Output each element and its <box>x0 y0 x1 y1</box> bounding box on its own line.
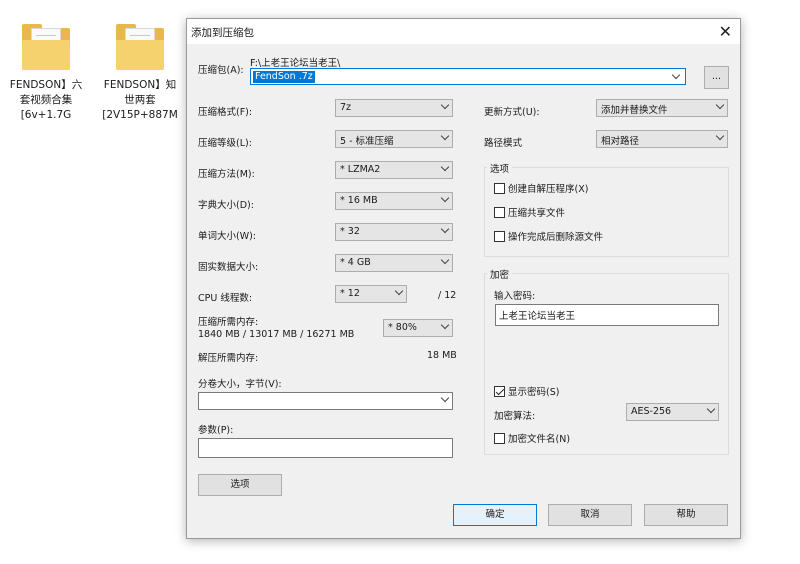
chevron-down-icon <box>440 224 450 234</box>
dict-select[interactable]: * 16 MB <box>335 192 453 210</box>
dict-value: * 16 MB <box>340 195 378 206</box>
chevron-down-icon <box>440 193 450 203</box>
level-value: 5 - 标准压缩 <box>340 136 394 147</box>
desktop-folder-2[interactable]: FENDSON】知 世两套 [2V15P+887M <box>94 24 186 123</box>
chevron-down-icon <box>715 100 725 110</box>
show-password-checkbox[interactable]: 显示密码(S) <box>494 384 559 398</box>
delete-checkbox[interactable]: 操作完成后删除源文件 <box>494 229 603 243</box>
encryption-group-title: 加密 <box>487 267 513 281</box>
solid-value: * 4 GB <box>340 257 371 268</box>
folder-icon <box>22 24 70 70</box>
decompress-value: 18 MB <box>427 350 457 361</box>
method-select[interactable]: * LZMA2 <box>335 161 453 179</box>
chevron-down-icon <box>394 286 404 296</box>
help-button[interactable]: 帮助 <box>644 504 728 526</box>
encrypt-method-select[interactable]: AES-256 <box>626 403 719 421</box>
path-mode-label: 路径模式 <box>484 138 523 149</box>
checkbox-icon <box>494 230 505 242</box>
folder-icon <box>116 24 164 70</box>
checkbox-checked-icon <box>494 385 505 397</box>
folder-label-line3: [6v+1.7G <box>20 109 72 121</box>
path-mode-value: 相对路径 <box>601 136 640 147</box>
options-button[interactable]: 选项 <box>198 474 282 496</box>
threads-label: CPU 线程数: <box>198 293 253 304</box>
archive-path: F:\上老王论坛当老王\ <box>250 58 341 69</box>
params-input[interactable] <box>198 438 453 458</box>
show-password-label: 显示密码(S) <box>508 387 560 398</box>
password-label: 输入密码: <box>494 291 536 302</box>
encrypt-method-value: AES-256 <box>631 406 672 417</box>
format-select[interactable]: 7z <box>335 99 453 117</box>
title-bar[interactable]: 添加到压缩包 ✕ <box>187 19 740 44</box>
dict-label: 字典大小(D): <box>198 200 254 211</box>
threads-total: / 12 <box>438 290 457 301</box>
ok-button[interactable]: 确定 <box>453 504 537 526</box>
options-group-title: 选项 <box>487 161 513 175</box>
level-select[interactable]: 5 - 标准压缩 <box>335 130 453 148</box>
solid-select[interactable]: * 4 GB <box>335 254 453 272</box>
update-label: 更新方式(U): <box>484 107 540 118</box>
add-to-archive-dialog: 添加到压缩包 ✕ 压缩包(A): F:\上老王论坛当老王\ FendSon .7… <box>186 18 741 539</box>
decompress-label: 解压所需内存: <box>198 353 259 364</box>
folder-label-line1: FENDSON】知 <box>103 79 177 91</box>
word-select[interactable]: * 32 <box>335 223 453 241</box>
cancel-button[interactable]: 取消 <box>548 504 632 526</box>
update-select[interactable]: 添加并替换文件 <box>596 99 728 117</box>
memory-label: 压缩所需内存: <box>198 317 259 328</box>
method-label: 压缩方法(M): <box>198 169 255 180</box>
word-label: 单词大小(W): <box>198 231 257 242</box>
chevron-down-icon <box>440 255 450 265</box>
folder-label-line1: FENDSON】六 <box>9 79 83 91</box>
checkbox-icon <box>494 432 505 444</box>
delete-label: 操作完成后删除源文件 <box>508 232 604 243</box>
word-value: * 32 <box>340 226 360 237</box>
memory-value: * 80% <box>388 322 417 333</box>
update-value: 添加并替换文件 <box>601 105 668 116</box>
folder-label-line2: 套视频合集 <box>19 94 73 106</box>
desktop-folder-1[interactable]: FENDSON】六 套视频合集 [6v+1.7G <box>0 24 92 123</box>
dialog-title: 添加到压缩包 <box>191 27 254 39</box>
threads-value: * 12 <box>340 288 360 299</box>
chevron-down-icon <box>440 100 450 110</box>
chevron-down-icon[interactable] <box>440 393 450 403</box>
solid-label: 固实数据大小: <box>198 262 259 273</box>
encrypt-names-checkbox[interactable]: 加密文件名(N) <box>494 431 570 445</box>
checkbox-icon <box>494 206 505 218</box>
chevron-down-icon <box>715 131 725 141</box>
chevron-down-icon <box>440 320 450 330</box>
memory-select[interactable]: * 80% <box>383 319 453 337</box>
folder-label-line3: [2V15P+887M <box>102 109 178 121</box>
close-icon[interactable]: ✕ <box>719 22 732 41</box>
format-label: 压缩格式(F): <box>198 107 253 118</box>
checkbox-icon <box>494 182 505 194</box>
archive-filename-input[interactable]: FendSon .7z <box>250 68 686 85</box>
volume-size-input[interactable] <box>198 392 453 410</box>
password-input[interactable]: 上老王论坛当老王 <box>495 304 719 326</box>
sfx-checkbox[interactable]: 创建自解压程序(X) <box>494 181 588 195</box>
shared-checkbox[interactable]: 压缩共享文件 <box>494 205 565 219</box>
folder-label-line2: 世两套 <box>124 94 156 106</box>
path-mode-select[interactable]: 相对路径 <box>596 130 728 148</box>
params-label: 参数(P): <box>198 425 234 436</box>
shared-label: 压缩共享文件 <box>508 208 566 219</box>
sfx-label: 创建自解压程序(X) <box>508 184 589 195</box>
encrypt-method-label: 加密算法: <box>494 411 536 422</box>
archive-filename: FendSon .7z <box>253 71 315 83</box>
volume-label: 分卷大小，字节(V): <box>198 379 282 390</box>
chevron-down-icon[interactable] <box>671 70 681 80</box>
level-label: 压缩等级(L): <box>198 138 252 149</box>
chevron-down-icon <box>706 404 716 414</box>
encrypt-names-label: 加密文件名(N) <box>508 434 571 445</box>
threads-select[interactable]: * 12 <box>335 285 407 303</box>
chevron-down-icon <box>440 131 450 141</box>
format-value: 7z <box>340 102 352 113</box>
chevron-down-icon <box>440 162 450 172</box>
archive-label: 压缩包(A): <box>198 65 244 76</box>
method-value: * LZMA2 <box>340 164 381 175</box>
memory-detail: 1840 MB / 13017 MB / 16271 MB <box>198 329 355 340</box>
browse-button[interactable]: ... <box>704 66 729 89</box>
